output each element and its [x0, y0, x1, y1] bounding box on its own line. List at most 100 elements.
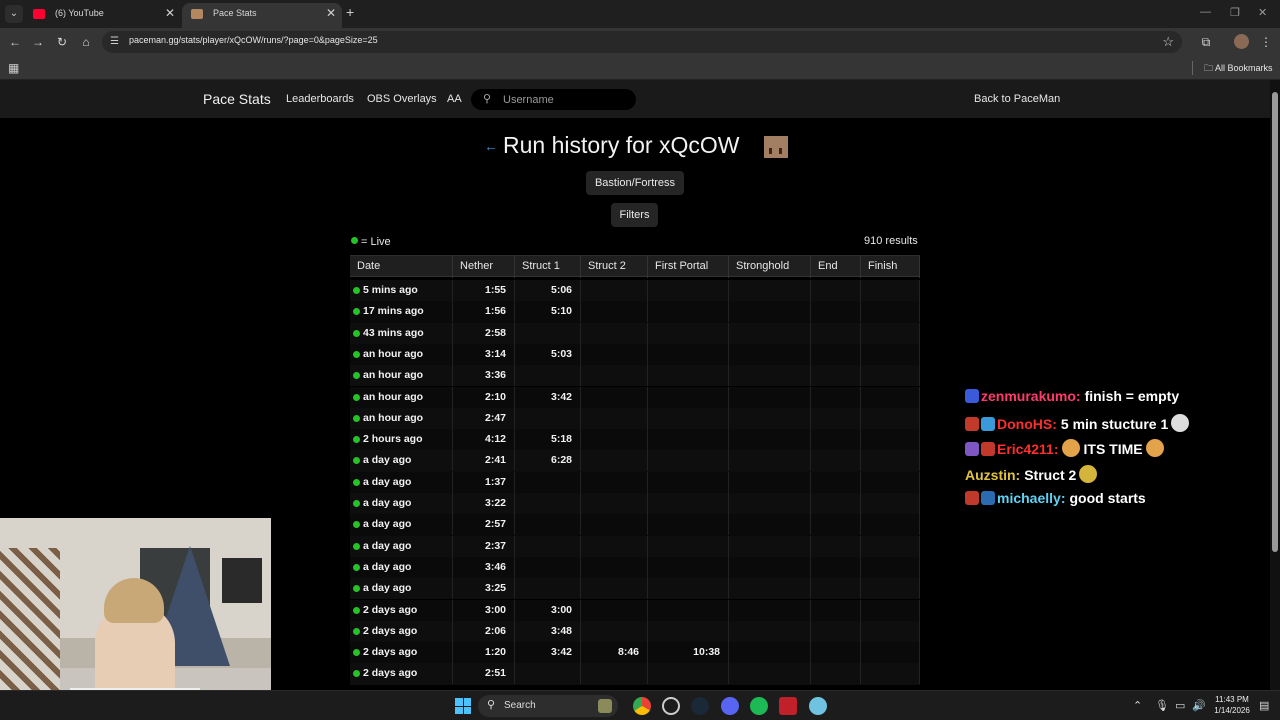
tab-pace-stats[interactable]: Pace Stats ✕ [182, 3, 342, 28]
extensions-icon[interactable]: ⧉ [1198, 34, 1214, 50]
table-row[interactable]: 2 days ago 2:51 [350, 663, 920, 685]
cell-split-time [581, 578, 648, 600]
spotify-icon[interactable] [750, 697, 768, 715]
app-icon[interactable] [809, 697, 827, 715]
notifications-icon[interactable]: ▤ [1259, 699, 1269, 712]
minimize-icon[interactable]: — [1200, 6, 1211, 18]
cell-split-time [729, 663, 811, 685]
column-header-stronghold[interactable]: Stronghold [729, 256, 811, 278]
cell-split-time [581, 471, 648, 493]
username-search[interactable]: ⚲ [471, 89, 636, 110]
tab-search-icon[interactable]: ⌄ [5, 5, 23, 23]
table-row[interactable]: an hour ago 3:14 5:03 [350, 343, 920, 366]
player-head-avatar [764, 136, 788, 158]
live-dot-icon [353, 350, 360, 358]
menu-icon[interactable]: ⋮ [1258, 34, 1274, 50]
cell-split-time [811, 514, 861, 536]
nav-link-leaderboards[interactable]: Leaderboards [286, 93, 354, 105]
cell-split-time [515, 365, 581, 387]
profile-avatar[interactable] [1234, 34, 1249, 49]
chrome-icon[interactable] [633, 697, 651, 715]
cell-split-time [811, 535, 861, 557]
cell-split-time: 3:14 [453, 343, 515, 365]
nav-link-aa[interactable]: AA [447, 93, 462, 105]
discord-icon[interactable] [721, 697, 739, 715]
column-header-date[interactable]: Date [350, 256, 453, 278]
taskbar-clock[interactable]: 11:43 PM 1/14/2026 [1210, 694, 1254, 716]
table-row[interactable]: 2 days ago 2:06 3:48 [350, 620, 920, 643]
column-header-finish[interactable]: Finish [861, 256, 920, 278]
settings-icon[interactable] [662, 697, 680, 715]
cell-text: 3:46 [484, 560, 506, 573]
cell-split-time: 2:47 [453, 407, 515, 429]
close-icon[interactable]: ✕ [165, 3, 175, 24]
column-header-nether[interactable]: Nether [453, 256, 515, 278]
site-brand[interactable]: Pace Stats [203, 91, 271, 107]
nav-link-obs-overlays[interactable]: OBS Overlays [367, 93, 437, 105]
windows-start-icon[interactable] [455, 698, 471, 714]
close-window-icon[interactable]: ✕ [1258, 6, 1267, 19]
network-icon[interactable]: ▭ [1175, 699, 1185, 712]
media-app-icon[interactable] [779, 697, 797, 715]
tab-youtube[interactable]: (6) YouTube ✕ [24, 3, 181, 28]
cell-split-time [648, 450, 729, 472]
cell-split-time [861, 514, 920, 536]
address-bar[interactable]: ☰ paceman.gg/stats/player/xQcOW/runs/?pa… [102, 31, 1182, 53]
table-row[interactable]: a day ago 2:41 6:28 [350, 450, 920, 472]
scrollbar-thumb[interactable] [1272, 92, 1278, 552]
cell-split-time [811, 301, 861, 323]
table-row[interactable]: 5 mins ago 1:55 5:06 [350, 280, 920, 302]
taskbar-search[interactable]: ⚲ Search [478, 695, 618, 717]
cell-split-time [581, 322, 648, 344]
table-row[interactable]: a day ago 3:46 [350, 556, 920, 579]
table-row[interactable]: a day ago 2:37 [350, 535, 920, 557]
home-icon[interactable]: ⌂ [78, 34, 94, 50]
restore-icon[interactable]: ❐ [1230, 6, 1240, 19]
browser-tab-bar: ⌄ (6) YouTube ✕ Pace Stats ✕ + — ❐ ✕ [0, 0, 1280, 28]
back-icon[interactable]: ← [7, 34, 23, 50]
reload-icon[interactable]: ↻ [54, 34, 70, 50]
table-row[interactable]: a day ago 3:25 [350, 578, 920, 600]
url-text[interactable]: paceman.gg/stats/player/xQcOW/runs/?page… [129, 35, 378, 45]
cell-split-time: 3:42 [515, 386, 581, 408]
table-row[interactable]: an hour ago 2:10 3:42 [350, 386, 920, 408]
apps-grid-icon[interactable]: ▦ [8, 61, 19, 75]
table-row[interactable]: 2 days ago 1:20 3:42 8:46 10:38 [350, 642, 920, 664]
column-header-struct-1[interactable]: Struct 1 [515, 256, 581, 278]
cell-split-time [648, 429, 729, 451]
back-arrow-icon[interactable]: ← [484, 138, 498, 154]
page-scrollbar[interactable] [1270, 80, 1280, 690]
filters-button[interactable]: Filters [611, 203, 658, 227]
site-info-icon[interactable]: ☰ [110, 36, 119, 47]
cell-text: an hour ago [363, 411, 424, 424]
steam-icon[interactable] [691, 697, 709, 715]
bookmark-star-icon[interactable]: ☆ [1162, 34, 1174, 50]
column-header-first-portal[interactable]: First Portal [648, 256, 729, 278]
cell-split-time [811, 429, 861, 451]
chevron-up-icon[interactable]: ⌃ [1133, 699, 1142, 712]
table-row[interactable]: 2 hours ago 4:12 5:18 [350, 429, 920, 451]
cell-text: 1:37 [484, 475, 506, 488]
cell-split-time [861, 429, 920, 451]
cell-text: a day ago [363, 454, 412, 467]
table-row[interactable]: 17 mins ago 1:56 5:10 [350, 301, 920, 323]
cell-split-time [811, 620, 861, 642]
column-header-end[interactable]: End [811, 256, 861, 278]
table-row[interactable]: a day ago 3:22 [350, 493, 920, 515]
table-row[interactable]: 43 mins ago 2:58 [350, 322, 920, 344]
table-row[interactable]: a day ago 1:37 [350, 471, 920, 493]
table-row[interactable]: a day ago 2:57 [350, 514, 920, 536]
table-row[interactable]: an hour ago 3:36 [350, 365, 920, 387]
table-row[interactable]: an hour ago 2:47 [350, 407, 920, 430]
username-search-input[interactable] [503, 91, 628, 108]
forward-icon[interactable]: → [30, 34, 46, 50]
new-tab-button[interactable]: + [346, 4, 354, 20]
microphone-icon[interactable]: 🎙 [1155, 699, 1169, 712]
column-header-struct-2[interactable]: Struct 2 [581, 256, 648, 278]
back-to-paceman-link[interactable]: Back to PaceMan [974, 93, 1060, 105]
table-row[interactable]: 2 days ago 3:00 3:00 [350, 599, 920, 621]
volume-icon[interactable]: 🔊 [1192, 699, 1206, 712]
struct-filter-button[interactable]: Bastion/Fortress [586, 171, 684, 195]
close-icon[interactable]: ✕ [326, 3, 336, 24]
all-bookmarks-link[interactable]: 🗀 All Bookmarks [1204, 61, 1273, 77]
